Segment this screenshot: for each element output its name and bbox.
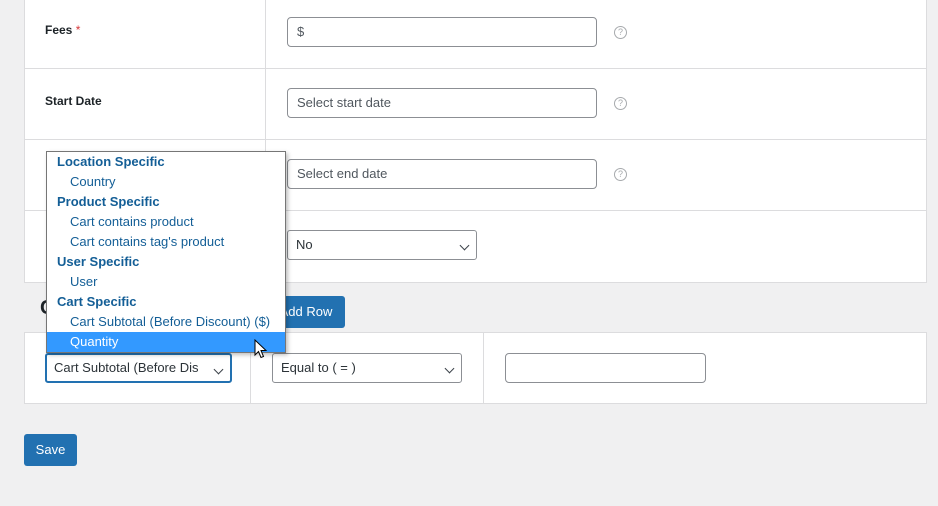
help-icon[interactable]: ?	[614, 26, 627, 39]
optgroup-cart: Cart Specific	[57, 294, 137, 309]
condition-field-dropdown[interactable]: Location Specific Country Product Specif…	[46, 151, 286, 353]
optgroup-product: Product Specific	[57, 194, 160, 209]
start-date-label: Start Date	[25, 69, 266, 139]
start-date-input[interactable]: Select start date	[287, 88, 597, 118]
option-cart-contains-tag-product[interactable]: Cart contains tag's product	[47, 232, 285, 252]
option-cart-subtotal[interactable]: Cart Subtotal (Before Discount) ($)	[47, 312, 285, 332]
fees-label: Fees *	[25, 0, 266, 68]
condition-value-input[interactable]	[505, 353, 706, 383]
option-user[interactable]: User	[47, 272, 285, 292]
option-quantity[interactable]: Quantity	[47, 332, 285, 352]
chevron-down-icon	[444, 363, 455, 374]
save-button[interactable]: Save	[24, 434, 77, 466]
help-icon[interactable]: ?	[614, 168, 627, 181]
chevron-down-icon	[213, 364, 224, 375]
mouse-cursor-icon	[254, 339, 268, 359]
option-country[interactable]: Country	[47, 172, 285, 192]
yes-no-select[interactable]: No	[287, 230, 477, 260]
help-icon[interactable]: ?	[614, 97, 627, 110]
optgroup-user: User Specific	[57, 254, 140, 269]
optgroup-location: Location Specific	[57, 154, 165, 169]
end-date-input[interactable]: Select end date	[287, 159, 597, 189]
condition-field-select[interactable]: Cart Subtotal (Before Dis	[45, 353, 232, 383]
condition-operator-select[interactable]: Equal to ( = )	[272, 353, 462, 383]
fees-input[interactable]: $	[287, 17, 597, 47]
required-marker: *	[75, 23, 81, 37]
start-date-row: Start Date Select start date ?	[25, 69, 926, 140]
chevron-down-icon	[459, 240, 470, 251]
option-cart-contains-product[interactable]: Cart contains product	[47, 212, 285, 232]
fees-row: Fees * $ ?	[25, 0, 926, 69]
